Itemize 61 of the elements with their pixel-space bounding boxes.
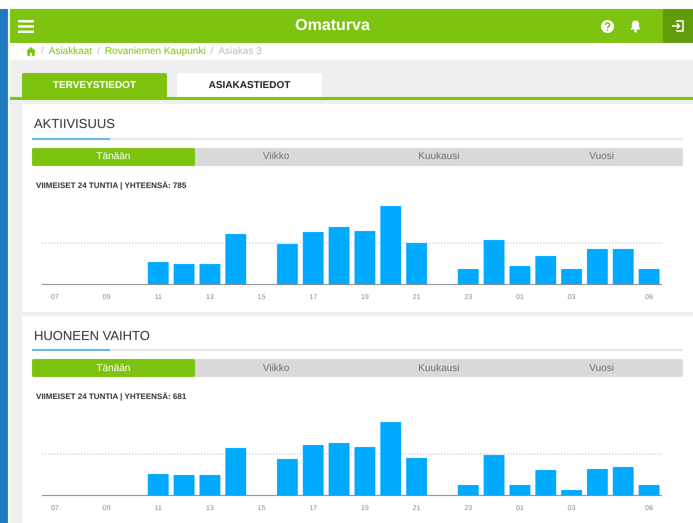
breadcrumb-separator: / bbox=[97, 45, 100, 59]
chart-summary: VIIMEISET 24 TUNTIA | YHTEENSÄ: 681 bbox=[36, 391, 188, 403]
bar bbox=[277, 244, 298, 284]
period-tab[interactable]: Viikko bbox=[194, 148, 358, 166]
bar bbox=[354, 230, 376, 284]
menu-icon bbox=[18, 20, 34, 32]
bar bbox=[612, 248, 634, 284]
bar bbox=[174, 264, 194, 284]
home-icon[interactable] bbox=[26, 47, 36, 56]
period-tab[interactable]: Kuukausi bbox=[358, 148, 520, 166]
bar bbox=[148, 262, 169, 284]
bell-icon bbox=[630, 20, 641, 32]
bar bbox=[302, 232, 324, 284]
bar bbox=[510, 266, 530, 284]
bar bbox=[328, 443, 350, 495]
bar bbox=[458, 268, 479, 284]
breadcrumb-separator: / bbox=[210, 45, 214, 59]
bar bbox=[561, 490, 582, 495]
breadcrumb-current: Asiakas 3 bbox=[218, 45, 262, 59]
breadcrumb-link[interactable]: Rovaniemen Kaupunki bbox=[104, 44, 206, 59]
bar bbox=[484, 455, 504, 495]
bar bbox=[225, 234, 246, 284]
period-tab[interactable]: Vuosi bbox=[520, 148, 683, 166]
bar bbox=[174, 475, 194, 495]
breadcrumb-link[interactable]: Asiakkaat bbox=[48, 44, 92, 59]
bar bbox=[638, 485, 660, 495]
help-icon bbox=[601, 20, 614, 32]
tab[interactable]: ASIAKASTIEDOT bbox=[177, 73, 322, 97]
bar bbox=[587, 469, 608, 495]
period-tab[interactable]: Viikko bbox=[194, 359, 358, 377]
bar bbox=[458, 485, 479, 495]
bar bbox=[148, 474, 169, 495]
bar bbox=[638, 268, 660, 284]
bar bbox=[302, 445, 324, 495]
bar bbox=[200, 475, 220, 495]
period-tab[interactable]: Kuukausi bbox=[358, 359, 520, 377]
bar bbox=[510, 485, 530, 495]
period-tab[interactable]: Tänään bbox=[32, 359, 195, 377]
logout-icon bbox=[672, 20, 684, 32]
panel-title: HUONEEN VAIHTO bbox=[33, 326, 150, 344]
bar bbox=[354, 447, 376, 495]
bar bbox=[535, 256, 556, 284]
bar bbox=[561, 268, 582, 284]
bar bbox=[225, 448, 246, 495]
chart-summary: VIIMEISET 24 TUNTIA | YHTEENSÄ: 785 bbox=[36, 180, 188, 192]
bar bbox=[200, 264, 220, 284]
bar bbox=[328, 226, 350, 284]
bar bbox=[484, 240, 504, 284]
breadcrumb-separator: / bbox=[41, 45, 44, 59]
logout-button[interactable] bbox=[663, 9, 693, 43]
bar bbox=[612, 467, 634, 495]
bar bbox=[406, 458, 427, 495]
app-title: Omaturva bbox=[294, 16, 371, 36]
bar bbox=[535, 470, 556, 495]
period-tab[interactable]: Tänään bbox=[32, 148, 195, 166]
panel-title: AKTIIVISUUS bbox=[33, 115, 115, 133]
period-tab[interactable]: Vuosi bbox=[520, 359, 683, 377]
bar bbox=[277, 459, 298, 495]
bar bbox=[587, 248, 608, 284]
bar bbox=[406, 242, 427, 284]
tab[interactable]: TERVEYSTIEDOT bbox=[22, 73, 167, 97]
